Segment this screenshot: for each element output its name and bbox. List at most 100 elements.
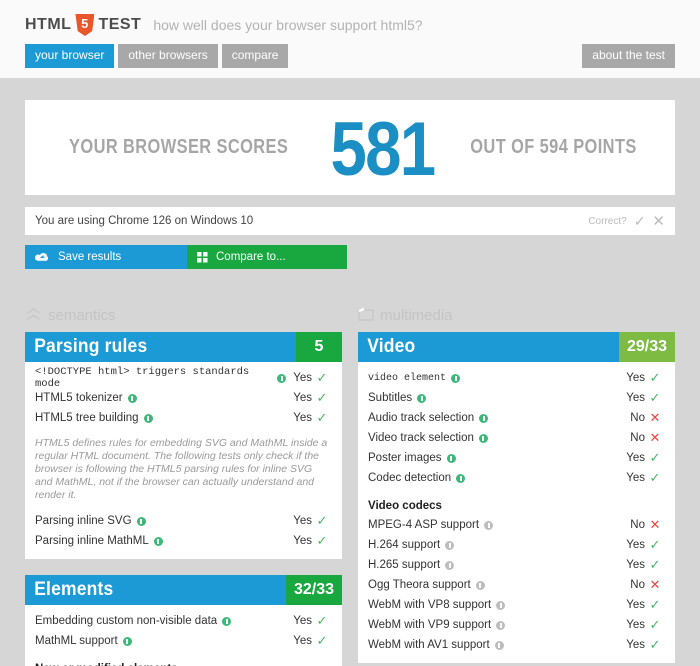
monitor-icon (358, 307, 374, 323)
feature-row[interactable]: WebM with AV1 support Yes ✓ (368, 635, 665, 655)
feature-row[interactable]: Embedding custom non-visible data Yes ✓ (35, 611, 332, 631)
category-label-multimedia: multimedia (380, 306, 453, 324)
feature-label-group: Subtitles (368, 392, 427, 404)
feature-result: Yes ✓ (619, 537, 665, 553)
feature-label-group: Parsing inline MathML (35, 535, 163, 547)
tab-your-browser[interactable]: your browser (25, 44, 115, 68)
panel-head-elements[interactable]: Elements 32/33 (25, 575, 342, 605)
tab-other-browsers[interactable]: other browsers (118, 44, 218, 68)
info-icon[interactable] (417, 393, 427, 403)
info-icon[interactable] (479, 413, 489, 423)
feature-value: Yes (626, 619, 645, 631)
feature-row[interactable]: MPEG-4 ASP support No ✕ (368, 515, 665, 535)
info-icon[interactable] (222, 616, 232, 626)
panel-head-video[interactable]: Video 29/33 (358, 332, 675, 362)
info-icon[interactable] (122, 636, 132, 646)
compare-to-button[interactable]: Compare to... (187, 245, 347, 269)
browser-correct-group: Correct? ✓ ✕ (588, 214, 665, 229)
info-icon[interactable] (127, 393, 137, 403)
check-icon: ✓ (649, 597, 661, 612)
feature-row[interactable]: H.264 support Yes ✓ (368, 535, 665, 555)
info-icon[interactable] (494, 640, 504, 650)
feature-value: Yes (626, 539, 645, 551)
info-icon[interactable] (496, 600, 506, 610)
feature-value: Yes (626, 372, 645, 384)
feature-row[interactable]: Poster images Yes ✓ (368, 448, 665, 468)
panel-body-parsing-rules: <!DOCTYPE html> triggers standards mode … (25, 362, 342, 559)
feature-row[interactable]: <!DOCTYPE html> triggers standards mode … (35, 366, 332, 390)
panel-title-video: Video (367, 336, 416, 357)
site-logo[interactable]: HTML 5 TEST (25, 14, 141, 36)
feature-row[interactable]: Video track selection No ✕ (368, 428, 665, 448)
panel-score-parsing-rules: 5 (296, 332, 342, 362)
info-icon[interactable] (475, 580, 485, 590)
feature-label: MPEG-4 ASP support (368, 519, 480, 531)
feature-result: Yes ✓ (286, 390, 332, 406)
check-icon: ✓ (649, 470, 661, 485)
feature-label-group: MPEG-4 ASP support (368, 519, 494, 531)
panel-parsing-rules: Parsing rules 5 <!DOCTYPE html> triggers… (25, 332, 342, 559)
info-icon[interactable] (277, 373, 286, 383)
feature-row[interactable]: HTML5 tokenizer Yes ✓ (35, 388, 332, 408)
feature-row[interactable]: Codec detection Yes ✓ (368, 468, 665, 488)
feature-label-group: H.264 support (368, 539, 455, 551)
info-icon[interactable] (446, 453, 456, 463)
correct-label: Correct? (588, 215, 627, 227)
info-icon[interactable] (445, 560, 455, 570)
info-icon[interactable] (456, 473, 466, 483)
column-semantics: semantics Parsing rules 5 <!DOCTYPE html… (25, 305, 342, 666)
feature-result: No ✕ (619, 430, 665, 446)
feature-result: Yes ✓ (619, 450, 665, 466)
feature-result: No ✕ (619, 517, 665, 533)
info-icon[interactable] (496, 620, 506, 630)
info-icon[interactable] (451, 373, 461, 383)
browser-info-bar: You are using Chrome 126 on Windows 10 C… (25, 207, 675, 235)
info-icon[interactable] (445, 540, 455, 550)
feature-label: <!DOCTYPE html> triggers standards mode (35, 366, 250, 390)
feature-label: WebM with AV1 support (368, 639, 490, 651)
feature-row[interactable]: H.265 support Yes ✓ (368, 555, 665, 575)
check-icon: ✓ (316, 410, 328, 425)
feature-label-group: <!DOCTYPE html> triggers standards mode (35, 366, 286, 390)
info-icon[interactable] (484, 520, 494, 530)
feature-row[interactable]: MathML support Yes ✓ (35, 631, 332, 651)
check-icon[interactable]: ✓ (634, 214, 646, 228)
section-note: HTML5 defines rules for embedding SVG an… (35, 437, 328, 501)
feature-row[interactable]: Parsing inline SVG Yes ✓ (35, 511, 332, 531)
feature-result: Yes ✓ (286, 410, 332, 426)
feature-value: Yes (293, 392, 312, 404)
info-icon[interactable] (478, 433, 488, 443)
feature-row[interactable]: Ogg Theora support No ✕ (368, 575, 665, 595)
subsection-heading: New or modified elements (35, 660, 332, 666)
panel-head-parsing-rules[interactable]: Parsing rules 5 (25, 332, 342, 362)
feature-row[interactable]: Audio track selection No ✕ (368, 408, 665, 428)
feature-row[interactable]: Parsing inline MathML Yes ✓ (35, 531, 332, 551)
feature-row[interactable]: video element Yes ✓ (368, 368, 665, 388)
check-icon: ✓ (316, 370, 328, 385)
feature-row[interactable]: HTML5 tree building Yes ✓ (35, 408, 332, 428)
feature-label-group: WebM with VP9 support (368, 619, 506, 631)
save-results-button[interactable]: Save results (25, 245, 187, 269)
main-nav: your browser other browsers compare abou… (25, 44, 675, 68)
tab-compare[interactable]: compare (221, 44, 289, 68)
feature-result: Yes ✓ (286, 633, 332, 649)
feature-result: Yes ✓ (286, 613, 332, 629)
about-the-test-button[interactable]: about the test (582, 44, 675, 68)
feature-result: Yes ✓ (619, 370, 665, 386)
close-icon[interactable]: ✕ (652, 214, 665, 229)
feature-row[interactable]: WebM with VP8 support Yes ✓ (368, 595, 665, 615)
info-icon[interactable] (136, 516, 146, 526)
feature-result: Yes ✓ (619, 617, 665, 633)
subsection-heading: Video codecs (368, 500, 442, 512)
feature-label: HTML5 tree building (35, 412, 139, 424)
feature-row[interactable]: WebM with VP9 support Yes ✓ (368, 615, 665, 635)
feature-value: No (630, 412, 645, 424)
feature-row[interactable]: Subtitles Yes ✓ (368, 388, 665, 408)
panel-video: Video 29/33 video element Yes ✓ Subtitle… (358, 332, 675, 663)
info-icon[interactable] (153, 536, 163, 546)
feature-label-group: Audio track selection (368, 412, 489, 424)
info-icon[interactable] (143, 413, 153, 423)
feature-label: Poster images (368, 452, 442, 464)
check-icon: ✓ (649, 370, 661, 385)
feature-value: Yes (626, 599, 645, 611)
